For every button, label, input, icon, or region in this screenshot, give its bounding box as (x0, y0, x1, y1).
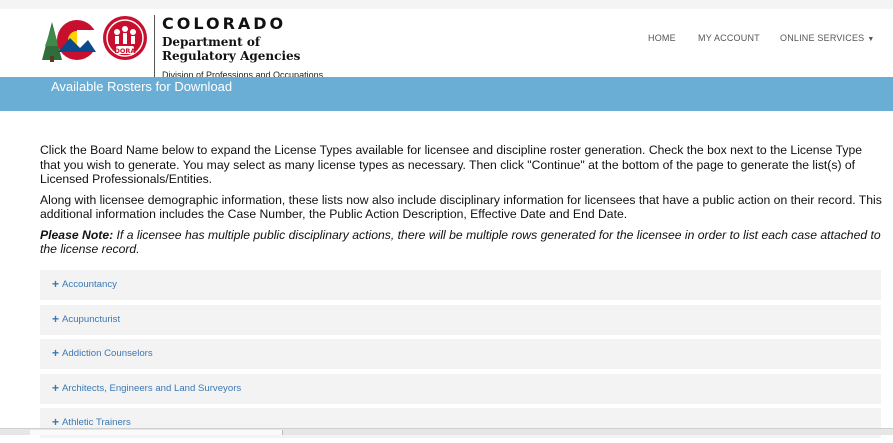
dora-logo[interactable]: DORA COLORADO Department of Regulatory A… (40, 13, 340, 80)
board-item-architects-engineers-land-surveyors[interactable]: + Architects, Engineers and Land Surveyo… (40, 373, 881, 404)
dora-logo-text: DORA (115, 47, 136, 55)
taskbar-search-box[interactable] (30, 430, 283, 435)
plus-icon: + (52, 380, 60, 395)
board-accordion: + Accountancy + Acupuncturist + Addictio… (40, 270, 881, 443)
board-item-addiction-counselors[interactable]: + Addiction Counselors (40, 339, 881, 370)
please-note-label: Please Note: (40, 227, 114, 242)
board-label: Accountancy (62, 279, 117, 290)
site-header: DORA COLORADO Department of Regulatory A… (0, 9, 893, 80)
browser-top-strip (0, 0, 893, 9)
board-label: Acupuncturist (62, 313, 121, 325)
plus-icon: + (52, 346, 60, 361)
board-label: Addiction Counselors (62, 348, 153, 360)
please-note-text: If a licensee has multiple public discip… (40, 227, 881, 257)
dora-seal-icon: DORA (103, 16, 147, 60)
logo-divider (154, 15, 155, 78)
plus-icon: + (52, 311, 60, 326)
board-item-accountancy[interactable]: + Accountancy (40, 270, 881, 300)
brand-state: COLORADO (162, 14, 287, 33)
board-label: Architects, Engineers and Land Surveyors (62, 382, 242, 394)
instructions-paragraph-1: Click the Board Name below to expand the… (40, 143, 863, 186)
instructions-paragraph-2: Along with licensee demographic informat… (40, 192, 882, 222)
board-item-acupuncturist[interactable]: + Acupuncturist (40, 304, 881, 335)
board-label: Athletic Trainers (62, 417, 131, 429)
nav-online-services-label: ONLINE SERVICES (780, 33, 865, 43)
nav-my-account-link[interactable]: MY ACCOUNT (698, 33, 760, 43)
nav-home-link[interactable]: HOME (648, 33, 676, 43)
plus-icon: + (52, 277, 60, 291)
please-note: Please Note: If a licensee has multiple … (40, 228, 882, 257)
nav-online-services-dropdown[interactable]: ONLINE SERVICES ▼ (780, 33, 875, 43)
colorado-logo-icon (42, 20, 97, 62)
brand-department: Department of Regulatory Agencies (162, 35, 301, 63)
caret-down-icon: ▼ (867, 36, 875, 43)
page-banner: Available Rosters for Download (0, 77, 893, 111)
page-title: Available Rosters for Download (51, 79, 233, 94)
instructions: Click the Board Name below to expand the… (40, 143, 882, 263)
